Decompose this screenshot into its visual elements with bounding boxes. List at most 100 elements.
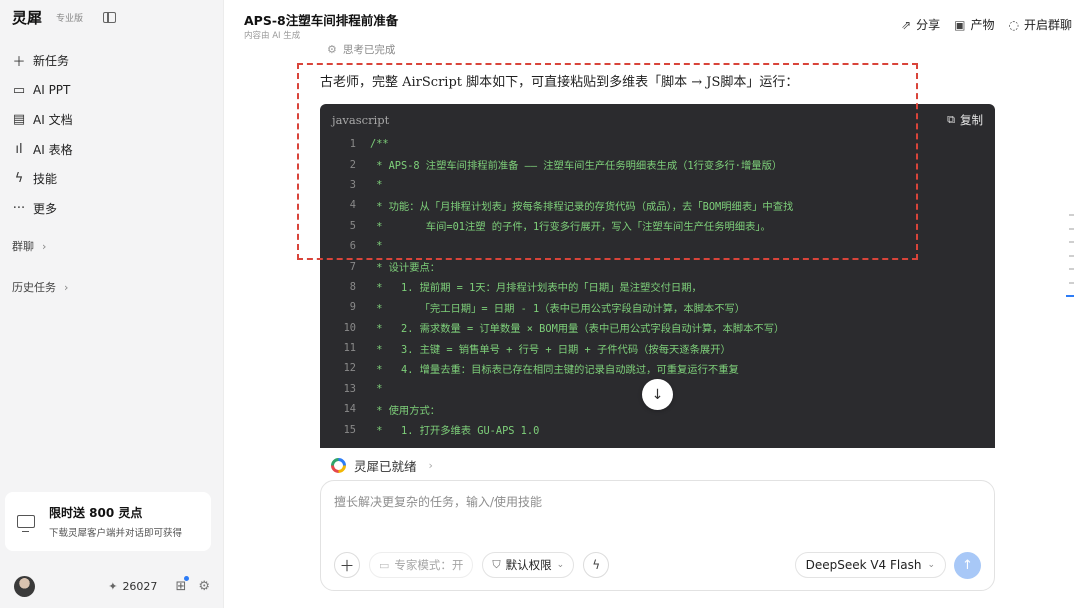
nav-label: AI 表格 (33, 142, 73, 157)
sidebar: 灵犀 专业版 ＋ 新任务 ▭ AI PPT ▤ AI 文档 ıl AI 表格 ϟ… (0, 0, 224, 608)
nav-skills[interactable]: ϟ 技能 (0, 164, 223, 194)
sidebar-toggle-icon[interactable] (103, 11, 117, 23)
line-number: 1 (349, 138, 356, 151)
minimap-tick[interactable] (1069, 214, 1074, 216)
monitor-icon: ▭ (379, 558, 390, 572)
promo-title: 限时送 800 灵点 (49, 506, 143, 520)
code-line: 11 * 3. 主键 = 销售单号 + 行号 + 日期 + 子件代码（按每天逐条… (320, 338, 995, 358)
code-line: 15 * 1. 打开多维表 GU-APS 1.0 (320, 419, 995, 439)
skills-button[interactable]: ϟ (583, 552, 610, 578)
line-code: /** (370, 138, 389, 151)
line-code: * APS-8 注塑车间排程前准备 —— 注塑车间生产任务明细表生成（1行变多行… (370, 160, 783, 173)
code-line: 10 * 2. 需求数量 = 订单数量 × BOM用量（表中已用公式字段自动计算… (320, 318, 995, 338)
document-icon: ▤ (12, 112, 26, 128)
line-number: 11 (343, 342, 356, 355)
agent-status[interactable]: 灵犀已就绪 › (331, 456, 433, 475)
points-value: 26027 (122, 579, 158, 593)
nav-new-task[interactable]: ＋ 新任务 (0, 46, 223, 76)
minimap-tick[interactable] (1069, 241, 1074, 243)
chevron-right-icon: › (64, 280, 69, 294)
nav-label: AI 文档 (33, 113, 73, 128)
line-code: * 1. 打开多维表 GU-APS 1.0 (370, 425, 540, 438)
page-title: APS-8注塑车间排程前准备 (244, 13, 399, 28)
line-code: * 4. 增量去重：目标表已存在相同主键的记录自动跳过，可重复运行不重复 (370, 363, 739, 376)
copy-label: 复制 (960, 113, 983, 127)
group-chat-link[interactable]: 群聊 › (0, 236, 223, 256)
sidebar-nav: ＋ 新任务 ▭ AI PPT ▤ AI 文档 ıl AI 表格 ϟ 技能 ···… (0, 46, 223, 223)
conversation-minimap (1066, 214, 1074, 309)
composer-toolbar: ＋ ▭ 专家模式：开 ⛉ 默认权限 ⌄ ϟ DeepSeek V4 Flash … (334, 551, 981, 579)
chevron-right-icon: › (42, 239, 47, 253)
line-number: 3 (349, 178, 356, 191)
line-number: 14 (343, 403, 356, 416)
code-line: 8 * 1. 提前期 = 1天：月排程计划表中的「日期」是注塑交付日期， (320, 277, 995, 297)
line-code: * 车间=01注塑 的子件，1行变多行展开，写入「注塑车间生产任务明细表」。 (370, 221, 771, 234)
avatar[interactable] (14, 575, 35, 597)
lightning-icon: ϟ (592, 558, 601, 572)
answer-intro: 古老师，完整 AirScript 脚本如下，可直接粘贴到多维表「脚本 → JS脚… (320, 75, 799, 90)
thinking-status[interactable]: ⚙ 思考已完成 (327, 42, 395, 57)
code-line: 9 * 「完工日期」= 日期 - 1（表中已用公式字段自动计算，本脚本不写） (320, 297, 995, 317)
points-display[interactable]: ✦ 26027 (108, 580, 157, 593)
minimap-tick-active[interactable] (1066, 295, 1074, 297)
scroll-down-button[interactable]: ↓ (642, 379, 673, 410)
nav-more[interactable]: ··· 更多 (0, 194, 223, 224)
code-line: 3 * (320, 175, 995, 195)
code-line: 6 * (320, 236, 995, 256)
line-number: 12 (343, 362, 356, 375)
minimap-tick[interactable] (1069, 268, 1074, 270)
presentation-icon: ▭ (12, 82, 26, 98)
copy-icon: ⧉ (947, 113, 955, 126)
code-line: 1 /** (320, 134, 995, 154)
group-chat-button[interactable]: ◌ 开启群聊 (1009, 16, 1073, 33)
nav-ai-ppt[interactable]: ▭ AI PPT (0, 76, 223, 106)
sidebar-header: 灵犀 专业版 (0, 0, 223, 34)
minimap-tick[interactable] (1069, 281, 1074, 284)
attach-button[interactable]: ＋ (334, 552, 360, 578)
agent-logo-icon (331, 458, 346, 473)
artifacts-button[interactable]: ▣ 产物 (954, 16, 994, 33)
line-code: * 2. 需求数量 = 订单数量 × BOM用量（表中已用公式字段自动计算，本脚… (370, 323, 785, 336)
gift-icon[interactable]: ⊞ (175, 575, 190, 594)
line-number: 13 (343, 382, 356, 395)
share-label: 分享 (916, 18, 941, 32)
history-link[interactable]: 历史任务 › (0, 277, 223, 297)
share-button[interactable]: ⇗ 分享 (901, 16, 940, 33)
permission-label: 默认权限 (505, 558, 552, 572)
prompt-input[interactable] (334, 495, 974, 509)
shield-icon: ⛉ (492, 558, 501, 571)
minimap-tick[interactable] (1069, 254, 1074, 257)
promo-card[interactable]: 限时送 800 灵点 下载灵犀客户端并对话即可获得 (5, 492, 211, 551)
code-header: javascript ⧉ 复制 (320, 104, 995, 136)
thinking-icon: ⚙ (327, 43, 337, 56)
line-number: 2 (349, 158, 356, 171)
nav-label: 技能 (33, 172, 58, 187)
share-icon: ⇗ (901, 17, 912, 32)
nav-ai-doc[interactable]: ▤ AI 文档 (0, 105, 223, 135)
nav-label: 更多 (33, 201, 58, 216)
line-number: 8 (349, 280, 356, 293)
desktop-icon (17, 515, 35, 532)
chevron-down-icon: ⌄ (556, 560, 565, 570)
permission-select[interactable]: ⛉ 默认权限 ⌄ (482, 552, 575, 578)
minimap-tick[interactable] (1069, 227, 1074, 230)
nav-label: 新任务 (33, 54, 70, 69)
copy-button[interactable]: ⧉ 复制 (947, 112, 983, 128)
chat-bubble-icon: ◌ (1008, 17, 1019, 32)
expert-mode-toggle[interactable]: ▭ 专家模式：开 (369, 552, 474, 578)
line-code: * 3. 主键 = 销售单号 + 行号 + 日期 + 子件代码（按每天逐条展开） (370, 343, 731, 356)
code-line: 2 * APS-8 注塑车间排程前准备 —— 注塑车间生产任务明细表生成（1行变… (320, 154, 995, 174)
brand-logo: 灵犀 (12, 8, 43, 27)
line-number: 6 (349, 240, 356, 253)
notification-dot (184, 575, 190, 581)
send-button[interactable]: ↑ (954, 551, 981, 579)
chevron-right-icon: › (428, 459, 433, 472)
line-number: 9 (349, 301, 356, 314)
line-code: * 使用方式： (370, 404, 441, 417)
gear-icon[interactable]: ⚙ (198, 579, 210, 594)
model-select[interactable]: DeepSeek V4 Flash ⌄ (794, 552, 946, 578)
nav-ai-sheet[interactable]: ıl AI 表格 (0, 135, 223, 165)
line-number: 15 (343, 423, 356, 436)
code-language: javascript (332, 113, 390, 127)
line-number: 7 (349, 260, 356, 273)
